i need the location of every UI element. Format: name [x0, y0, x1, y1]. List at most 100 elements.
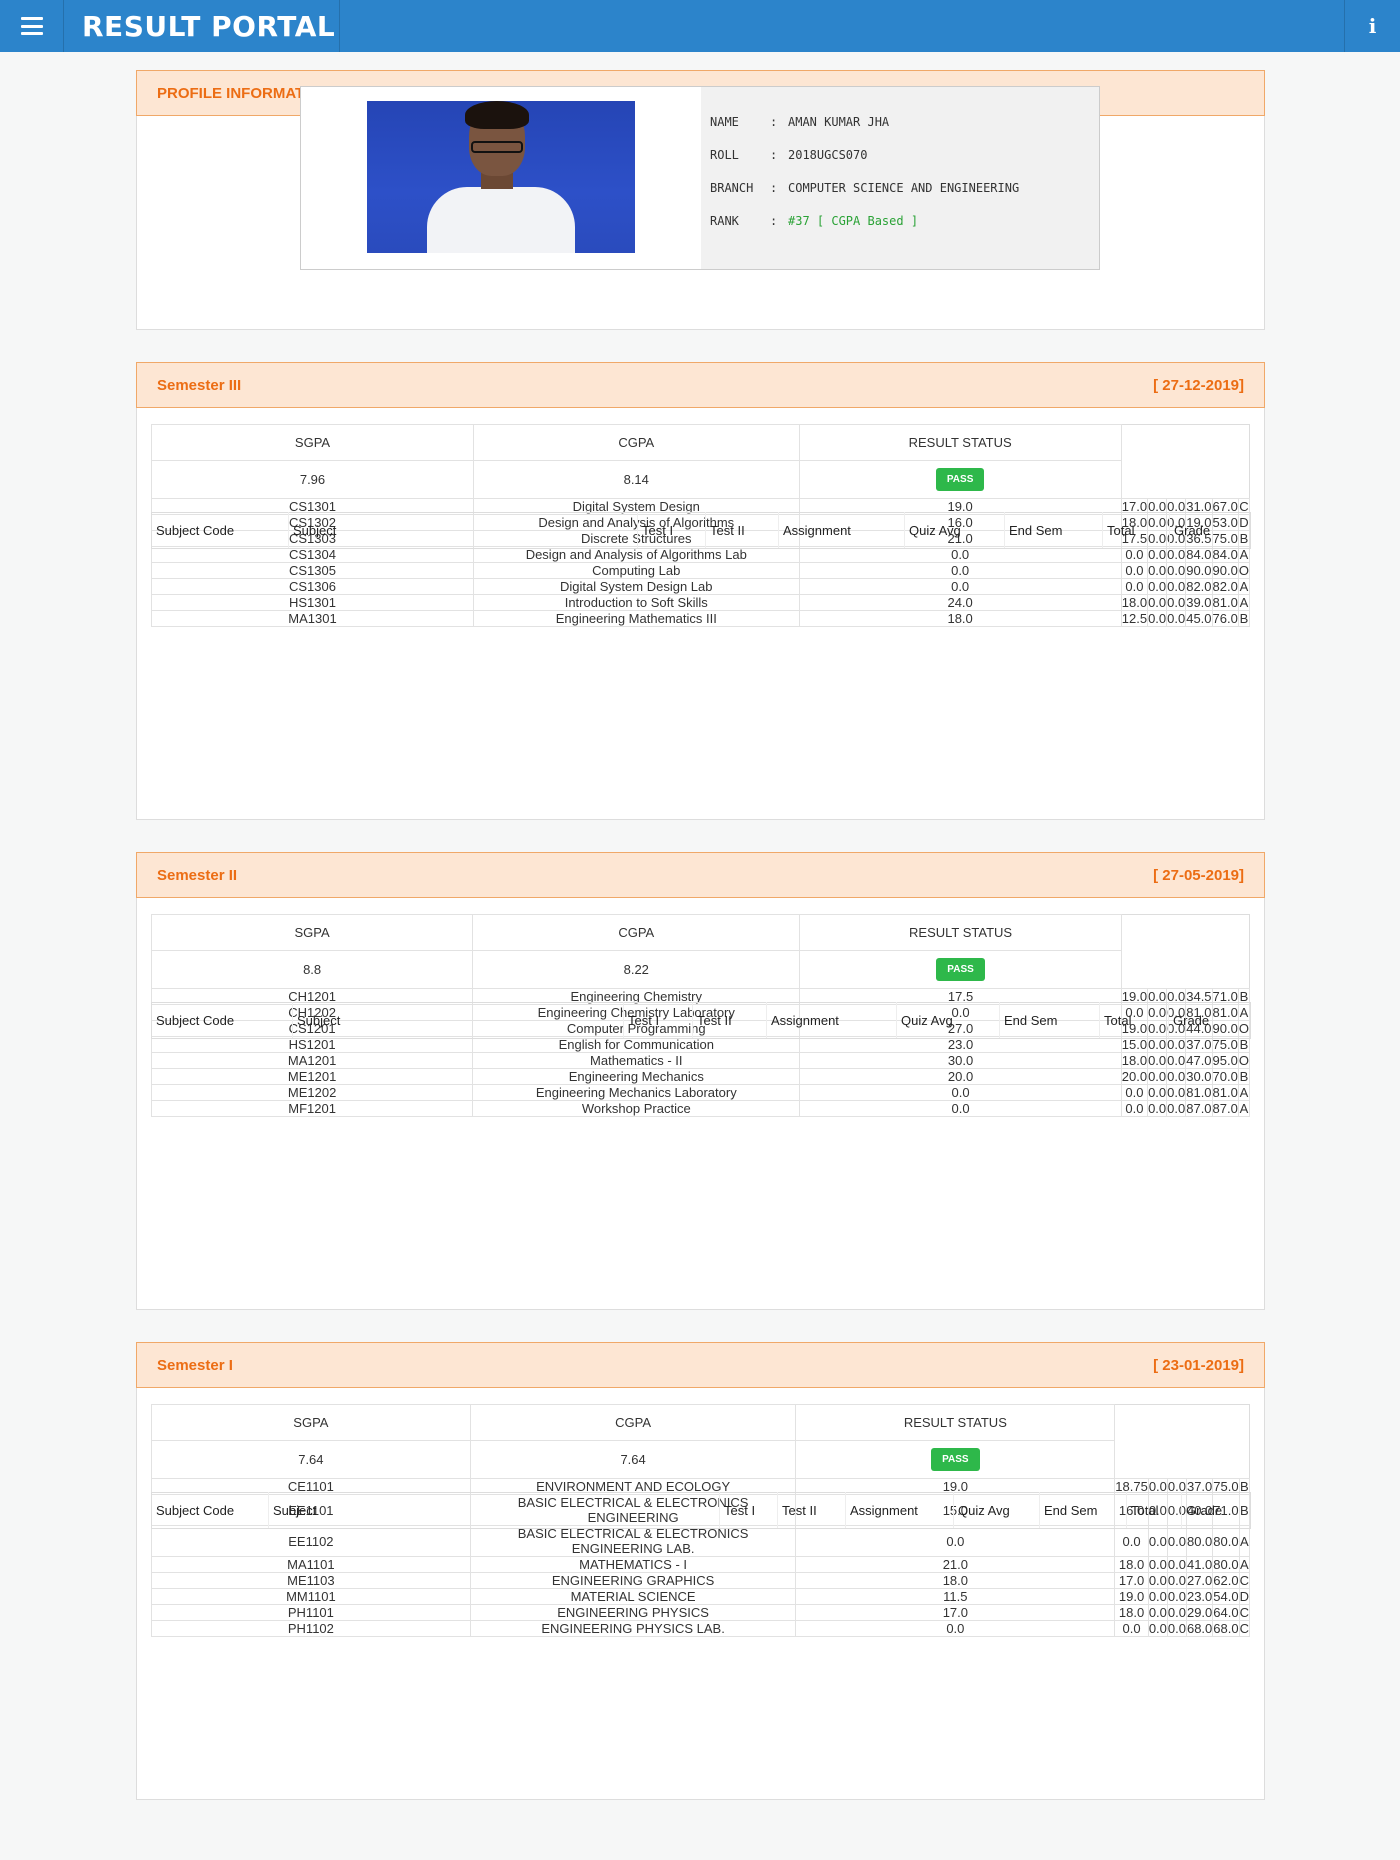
quiz-avg-cell: 0.0 [1166, 1556, 1187, 1573]
assignment-cell: 0.0 [1147, 1100, 1168, 1117]
quiz-avg-cell: 0.0 [1166, 562, 1187, 579]
end-sem-cell: 41.0 [1185, 1556, 1214, 1573]
hamburger-icon[interactable] [0, 0, 64, 52]
assignment-cell: 0.0 [1147, 1052, 1168, 1069]
profile-name-row: NAME: AMAN KUMAR JHA [710, 114, 890, 129]
table-row: MM1101 MATERIAL SCIENCE 11.5 19.0 0.0 0.0 23.0… [151, 1588, 1251, 1605]
end-sem-cell: 81.0 [1185, 1084, 1213, 1101]
grade-cell: A [1237, 1100, 1251, 1117]
profile-details: NAME: AMAN KUMAR JHA ROLL:2018UGCS070 BRA… [701, 87, 1099, 269]
total-cell: 95.0 [1211, 1052, 1239, 1069]
subject-code-cell: MA1101 [151, 1556, 471, 1573]
test2-cell: 18.0 [1120, 1052, 1149, 1069]
field-label: BRANCH [710, 180, 754, 195]
column-header: Subject Code [151, 1492, 269, 1529]
test2-cell: 20.0 [1120, 1068, 1149, 1085]
column-header: Test I [623, 1002, 693, 1039]
table-row: HS1301 Introduction to Soft Skills 24.0 18.… [151, 594, 1251, 611]
test2-cell: 12.5 [1120, 610, 1149, 627]
grade-cell: A [1237, 578, 1251, 595]
cgpa-header: CGPA [473, 424, 800, 461]
table-row: EE1102 BASIC ELECTRICAL & ELECTRONICS ENG… [151, 1525, 1251, 1557]
subject-code-cell: MM1101 [151, 1588, 471, 1605]
semester-date: [ 27-12-2019] [1153, 376, 1244, 394]
grade-cell: B [1237, 1068, 1251, 1085]
subject-code-cell: PH1102 [151, 1620, 471, 1637]
total-cell: 81.0 [1211, 1084, 1239, 1101]
subject-name-cell: Digital System Design Lab [473, 578, 800, 595]
subject-name-cell: Mathematics - II [472, 1052, 801, 1069]
test2-cell: 18.0 [1114, 1556, 1149, 1573]
subject-code-cell: EE1102 [151, 1525, 471, 1557]
test2-cell: 0.0 [1120, 562, 1149, 579]
quiz-avg-cell: 0.0 [1166, 578, 1187, 595]
end-sem-cell: 82.0 [1185, 578, 1213, 595]
test1-cell: 18.0 [798, 610, 1122, 627]
cgpa-value: 7.64 [469, 1440, 797, 1479]
grade-cell: A [1237, 1084, 1251, 1101]
info-icon[interactable]: i [1344, 0, 1400, 52]
column-header: Grade [1169, 512, 1251, 549]
end-sem-cell: 68.0 [1185, 1620, 1214, 1637]
test1-cell: 0.0 [799, 1084, 1122, 1101]
end-sem-cell: 30.0 [1185, 1068, 1213, 1085]
status-header: RESULT STATUS [795, 1404, 1116, 1441]
assignment-cell: 0.0 [1147, 1572, 1168, 1589]
grade-cell: D [1238, 1588, 1251, 1605]
test1-cell: 24.0 [798, 594, 1122, 611]
portal-title[interactable]: RESULT PORTAL [70, 0, 340, 52]
subject-name-cell: Engineering Mathematics III [473, 610, 800, 627]
test2-cell: 0.0 [1114, 1620, 1149, 1637]
student-rank: #37 [ CGPA Based ] [788, 213, 919, 228]
subject-code-cell: PH1101 [151, 1604, 471, 1621]
test2-cell: 0.0 [1120, 578, 1149, 595]
status-badge: PASS [936, 958, 985, 981]
test1-cell: 20.0 [799, 1068, 1122, 1085]
status-header: RESULT STATUS [799, 914, 1122, 951]
profile-panel: PROFILE INFORMATION NAME: AMAN KUMAR JHA … [136, 70, 1265, 330]
sgpa-header: SGPA [151, 424, 474, 461]
column-header: End Sem [1004, 512, 1103, 549]
total-cell: 76.0 [1211, 610, 1239, 627]
end-sem-cell: 27.0 [1185, 1572, 1214, 1589]
semester-panel-2: Semester II [ 27-05-2019] SGPA CGPA RESU… [136, 852, 1265, 1310]
semester-panel-3: Semester III [ 27-12-2019] SGPA CGPA RES… [136, 362, 1265, 820]
column-header: Subject Code [151, 1002, 293, 1039]
grade-cell: C [1238, 1572, 1251, 1589]
column-header: Grade [1168, 1002, 1251, 1039]
assignment-cell: 0.0 [1147, 578, 1168, 595]
field-label: RANK [710, 213, 739, 228]
end-sem-cell: 39.0 [1185, 594, 1213, 611]
column-header: Quiz Avg [904, 512, 1005, 549]
test2-cell: 18.0 [1114, 1604, 1149, 1621]
end-sem-cell: 80.0 [1185, 1525, 1214, 1557]
subject-code-cell: ME1201 [150, 1068, 474, 1085]
status-badge: PASS [935, 468, 985, 491]
test1-cell: 0.0 [798, 562, 1122, 579]
semester-heading: Semester II [ 27-05-2019] [136, 852, 1265, 898]
subject-name-cell: ENGINEERING PHYSICS [469, 1604, 797, 1621]
total-cell: 70.0 [1211, 1068, 1239, 1085]
subject-code-cell: CS1306 [151, 578, 474, 595]
subject-code-cell: CS1305 [151, 562, 474, 579]
subject-name-cell: Workshop Practice [472, 1100, 801, 1117]
assignment-cell: 0.0 [1147, 562, 1168, 579]
quiz-avg-cell: 0.0 [1166, 1604, 1187, 1621]
end-sem-cell: 45.0 [1185, 610, 1213, 627]
quiz-avg-cell: 0.0 [1166, 610, 1187, 627]
table-row: ME1201 Engineering Mechanics 20.0 20.0 0.0 0.… [150, 1068, 1251, 1085]
column-header: Test I [719, 1492, 778, 1529]
profile-rank-row: RANK: #37 [ CGPA Based ] [710, 213, 919, 228]
semester-panel-1: Semester I [ 23-01-2019] SGPA CGPA RESUL… [136, 1342, 1265, 1800]
profile-roll-row: ROLL:2018UGCS070 [710, 147, 868, 162]
semester-title: Semester II [157, 866, 238, 884]
column-header: Subject [292, 1002, 624, 1039]
table-row: MF1201 Workshop Practice 0.0 0.0 0.0 0.0 87.0 8… [150, 1100, 1251, 1117]
assignment-cell: 0.0 [1147, 1556, 1168, 1573]
photo-area [301, 87, 701, 269]
student-photo [367, 101, 635, 253]
cgpa-value: 8.14 [473, 460, 800, 499]
column-header: Test I [637, 512, 706, 549]
test1-cell: 11.5 [795, 1588, 1116, 1605]
total-cell: 62.0 [1212, 1572, 1240, 1589]
